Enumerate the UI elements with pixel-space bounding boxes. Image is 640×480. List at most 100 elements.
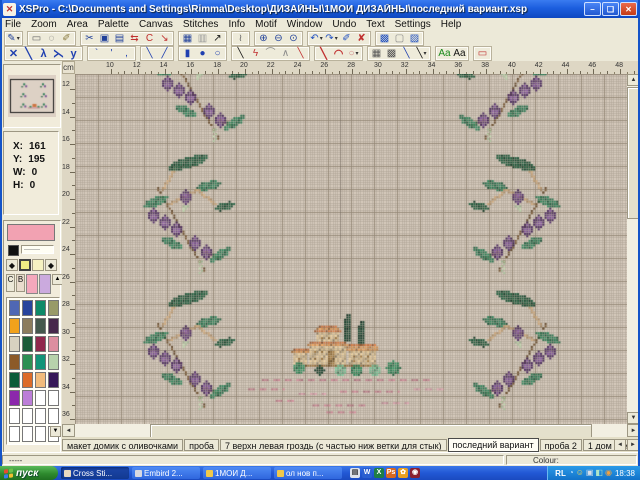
design-tab-active[interactable]: последний вариант <box>448 438 539 452</box>
palette-swatch[interactable] <box>9 336 20 352</box>
cross-stitch-button[interactable]: ✕ <box>6 48 21 60</box>
palette-swatch[interactable] <box>48 372 59 388</box>
pointer-button[interactable]: ↗ <box>210 33 225 45</box>
grid-motif-button[interactable]: ▦ <box>369 48 384 60</box>
palette-swatch[interactable] <box>9 300 20 316</box>
palette-swatch[interactable] <box>35 372 46 388</box>
lasso-select-button[interactable]: ◌ <box>44 33 59 45</box>
text-color-tool-button[interactable]: Aa <box>437 48 452 60</box>
navigator-canvas[interactable] <box>8 75 56 117</box>
start-button[interactable]: пуск <box>0 466 58 480</box>
language-indicator[interactable]: RL <box>555 469 566 478</box>
palette-swatch[interactable] <box>48 390 59 406</box>
blend-diamond-left[interactable]: ◆ <box>6 259 18 271</box>
tray-update-icon[interactable]: ◉ <box>605 468 612 478</box>
palette-swatch[interactable] <box>9 372 20 388</box>
horizontal-scroll-thumb[interactable] <box>150 424 592 438</box>
palette-swatch[interactable] <box>35 354 46 370</box>
palette-swatch[interactable] <box>22 372 33 388</box>
curve-stitch-button[interactable]: ◠ <box>331 48 346 60</box>
menu-motif[interactable]: Motif <box>250 19 282 30</box>
quicklaunch-terminal-icon[interactable]: ▤ <box>350 468 360 478</box>
special-stitch-1-button[interactable]: ╲ <box>233 48 248 60</box>
quarter-stitch-back-button[interactable]: ⋋ <box>51 48 66 60</box>
thread-button[interactable]: ≀ <box>233 33 248 45</box>
quicklaunch-photoshop-icon[interactable]: Ps <box>386 468 396 478</box>
palette-swatch[interactable] <box>9 318 20 334</box>
taskbar-task[interactable]: ол нов п... <box>274 467 342 479</box>
dashed-select-button[interactable]: ▭ <box>475 48 490 60</box>
palette-swatch[interactable] <box>35 390 46 406</box>
pattern-motif-button[interactable]: ▩ <box>384 48 399 60</box>
palette-swatch[interactable] <box>9 390 20 406</box>
palette-swatch[interactable] <box>9 354 20 370</box>
undo-button[interactable]: ↶▾ <box>309 33 324 45</box>
special-stitch-3-button[interactable]: ⌒ <box>263 48 278 60</box>
maximize-button[interactable]: ❏ <box>602 2 619 16</box>
palette-swatch[interactable] <box>22 354 33 370</box>
thread-swatch-2[interactable] <box>39 274 51 294</box>
menu-zoom[interactable]: Zoom <box>26 19 62 30</box>
thread-swatch-1[interactable] <box>26 274 38 294</box>
longstitch-red-button[interactable]: ╲ <box>316 48 331 60</box>
design-tab[interactable]: проба 2 <box>540 439 582 451</box>
palette-swatch[interactable] <box>22 336 33 352</box>
palette-swatch[interactable] <box>22 426 33 442</box>
stitch-canvas[interactable] <box>75 74 627 424</box>
tabs-scroll-left-button[interactable]: ◄ <box>614 439 626 451</box>
special-stitch-5-button[interactable]: ╲ <box>293 48 308 60</box>
scroll-left-button[interactable]: ◄ <box>62 424 75 437</box>
backstitch-down-button[interactable]: ╲ <box>142 48 157 60</box>
palette-swatch[interactable] <box>35 336 46 352</box>
palette-swatch[interactable] <box>35 318 46 334</box>
tray-network-icon[interactable]: ◧ <box>595 468 603 478</box>
paste-button[interactable]: ▤ <box>112 33 127 45</box>
horizontal-scrollbar[interactable]: ◄ ► <box>62 424 640 437</box>
palette-swatch[interactable] <box>22 408 33 424</box>
palette-swatch[interactable] <box>22 300 33 316</box>
outline-circle-button[interactable]: ○▾ <box>346 48 361 60</box>
minimize-button[interactable]: – <box>584 2 601 16</box>
palette-swatch[interactable] <box>9 408 20 424</box>
open-design-button[interactable]: ▨ <box>407 33 422 45</box>
b-mode-button[interactable]: B <box>16 274 25 292</box>
text-tool-button[interactable]: Aa <box>452 48 467 60</box>
quicklaunch-word-icon[interactable]: W <box>362 468 372 478</box>
draw-pen-button[interactable]: ✐ <box>339 33 354 45</box>
taskbar-task[interactable]: Cross Sti... <box>61 467 129 479</box>
tray-smiley-icon[interactable]: ☺ <box>576 468 584 478</box>
quicklaunch-flower-icon[interactable]: ✿ <box>398 468 408 478</box>
bead-tall-button[interactable]: ▮ <box>180 48 195 60</box>
palette-swatch[interactable] <box>22 318 33 334</box>
special-stitch-4-button[interactable]: ∧ <box>278 48 293 60</box>
tray-shield-icon[interactable]: ▣ <box>586 468 594 478</box>
menu-window[interactable]: Window <box>282 19 328 30</box>
mirror-button[interactable]: ⇆ <box>127 33 142 45</box>
menu-info[interactable]: Info <box>223 19 250 30</box>
petite-stitch-2-button[interactable]: ' <box>104 48 119 60</box>
petite-stitch-3-button[interactable]: , <box>119 48 134 60</box>
special-stitch-2-button[interactable]: ϟ <box>248 48 263 60</box>
black-color-swatch[interactable] <box>8 245 19 256</box>
rotate-button[interactable]: C <box>142 33 157 45</box>
navigator-preview[interactable] <box>3 64 61 128</box>
palette-swatch[interactable] <box>22 390 33 406</box>
color-b-swatch[interactable] <box>32 259 44 271</box>
quicklaunch-excel-icon[interactable]: X <box>374 468 384 478</box>
design-tab[interactable]: проба <box>184 439 219 451</box>
quarter-stitch-fwd-button[interactable]: у <box>66 48 81 60</box>
palette-scroll-down-button[interactable]: ▼ <box>50 426 61 437</box>
image-button[interactable]: ▦ <box>180 33 195 45</box>
corner-move-button[interactable]: ↘ <box>157 33 172 45</box>
menu-palette[interactable]: Palette <box>93 19 134 30</box>
redo-button[interactable]: ↷▾ <box>324 33 339 45</box>
menu-stitches[interactable]: Stitches <box>178 19 224 30</box>
current-thread-color[interactable] <box>7 224 55 241</box>
backstitch-up-button[interactable]: ╱ <box>157 48 172 60</box>
taskbar-task[interactable]: Embird 2... <box>132 467 200 479</box>
bead-outline-button[interactable]: ○ <box>210 48 225 60</box>
rect-select-button[interactable]: ▭ <box>29 33 44 45</box>
menu-file[interactable]: File <box>0 19 26 30</box>
half-stitch-back-button[interactable]: ╲ <box>21 48 36 60</box>
menu-canvas[interactable]: Canvas <box>134 19 178 30</box>
